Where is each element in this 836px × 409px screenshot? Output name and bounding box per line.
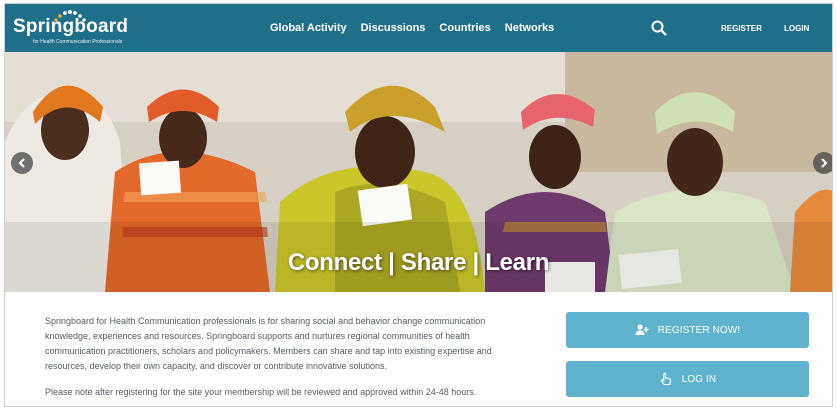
hero-carousel: Connect | Share | Learn (5, 52, 832, 292)
page-frame: Springboard for Health Communication Pro… (4, 3, 833, 407)
springboard-logo[interactable]: Springboard for Health Communication Pro… (13, 10, 153, 48)
register-now-label: REGISTER NOW! (657, 324, 741, 336)
intro-text: Springboard for Health Communication pro… (45, 316, 492, 371)
log-in-button[interactable]: LOG IN (566, 361, 809, 397)
carousel-next-button[interactable] (813, 152, 832, 174)
logo-tagline: for Health Communication Professionals (33, 39, 123, 45)
nav-global-activity[interactable]: Global Activity (270, 22, 347, 34)
nav-networks[interactable]: Networks (505, 22, 555, 34)
carousel-prev-button[interactable] (11, 152, 33, 174)
main-nav: Global Activity Discussions Countries Ne… (270, 4, 554, 52)
approval-note: Please note after registering for the si… (45, 387, 477, 397)
search-icon (651, 20, 667, 36)
nav-countries[interactable]: Countries (439, 22, 490, 34)
logo-text: Springboard (13, 16, 129, 37)
hero-caption: Connect | Share | Learn (287, 249, 550, 276)
chevron-right-icon (821, 158, 828, 168)
add-user-icon (635, 324, 649, 335)
log-in-label: LOG IN (681, 373, 717, 385)
register-now-button[interactable]: REGISTER NOW! (566, 312, 809, 348)
register-link[interactable]: REGISTER (721, 4, 762, 52)
pointer-hand-icon (660, 372, 671, 386)
search-button[interactable] (650, 19, 668, 37)
chevron-left-icon (18, 158, 25, 168)
top-navigation-bar: Springboard for Health Communication Pro… (5, 4, 832, 52)
nav-discussions[interactable]: Discussions (361, 22, 426, 34)
intro-section: Springboard for Health Communication pro… (5, 292, 832, 406)
login-link[interactable]: LOGIN (784, 4, 809, 52)
